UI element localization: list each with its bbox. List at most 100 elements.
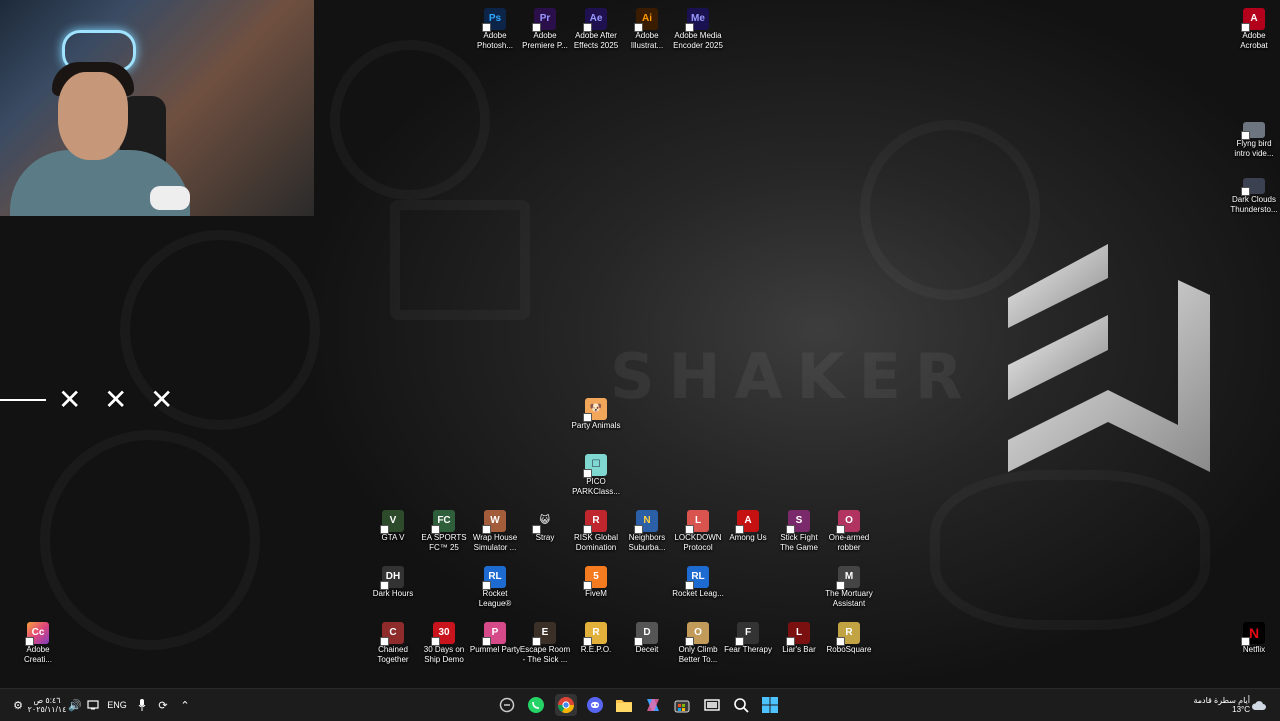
desktop-icon-media-encoder[interactable]: Me Adobe Media Encoder 2025 bbox=[672, 8, 724, 51]
desktop-icon-30-days-on-ship[interactable]: 30 30 Days on Ship Demo bbox=[418, 622, 470, 665]
microphone-icon[interactable] bbox=[136, 695, 148, 715]
pico-park-icon: ☐ bbox=[583, 454, 607, 478]
desktop-icon-acrobat[interactable]: A Adobe Acrobat bbox=[1228, 8, 1280, 51]
wallpaper-watermark: SHAKER bbox=[610, 340, 977, 413]
desktop-icon-premiere[interactable]: Pr Adobe Premiere P... bbox=[519, 8, 571, 51]
weather-widget[interactable]: أيام سطرة قادمة 13°C bbox=[1180, 695, 1250, 715]
party-animals-icon: 🐶 bbox=[583, 398, 607, 422]
liars-bar-icon: L bbox=[786, 622, 810, 646]
desktop-icon-robosquare[interactable]: R RoboSquare bbox=[823, 622, 875, 655]
desktop-icon-creative-cloud[interactable]: Cc Adobe Creati... bbox=[12, 622, 64, 665]
strike-x-icon: ✕ bbox=[58, 384, 82, 415]
stray-icon: 😺 bbox=[532, 510, 556, 534]
copilot-icon[interactable] bbox=[496, 694, 518, 716]
desktop-icon-one-armed-robber[interactable]: O One-armed robber bbox=[823, 510, 875, 553]
wallpaper-logo bbox=[1008, 244, 1210, 472]
strike-x-icon: ✕ bbox=[104, 384, 128, 415]
taskbar: ⚙ ٥:٤٦ ص ٢٠٢٥/١١/١٤ 🔊 ENG ⟳ ⌃ أيام سطرة … bbox=[0, 688, 1280, 721]
desktop-icon-rocket-league-2[interactable]: RL Rocket Leag... bbox=[672, 566, 724, 599]
desktop-icon-pummel-party[interactable]: P Pummel Party bbox=[469, 622, 521, 655]
start-icon[interactable] bbox=[759, 694, 781, 716]
desktop-icon-photoshop[interactable]: Ps Adobe Photosh... bbox=[469, 8, 521, 51]
desktop-icon-party-animals[interactable]: 🐶 Party Animals bbox=[570, 398, 622, 431]
fivem-icon: 5 bbox=[583, 566, 607, 590]
desktop-icon-only-climb[interactable]: O Only Climb Better To... bbox=[672, 622, 724, 665]
copilot-app-icon[interactable] bbox=[642, 694, 664, 716]
one-armed-robber-icon: O bbox=[836, 510, 860, 534]
desktop-icon-risk[interactable]: R RISK Global Domination bbox=[570, 510, 622, 553]
weather-text: أيام سطرة قادمة bbox=[1193, 696, 1250, 705]
desktop-icon-ea-sports-fc[interactable]: FC EA SPORTS FC™ 25 bbox=[418, 510, 470, 553]
rocket-league-icon: RL bbox=[685, 566, 709, 590]
cloud-icon bbox=[1250, 695, 1268, 715]
settings-tray-icon[interactable]: ⚙ bbox=[10, 695, 26, 715]
desktop-icon-fivem[interactable]: 5 FiveM bbox=[570, 566, 622, 599]
whatsapp-icon[interactable] bbox=[525, 694, 547, 716]
fear-therapy-icon: F bbox=[735, 622, 759, 646]
desktop-icon-neighbors[interactable]: N Neighbors Suburba... bbox=[621, 510, 673, 553]
ea-fc-icon: FC bbox=[431, 510, 455, 534]
pummel-party-icon: P bbox=[482, 622, 506, 646]
desktop-icon-repo[interactable]: R R.E.P.O. bbox=[570, 622, 622, 655]
desktop-icon-pico-park[interactable]: ☐ PICO PARKClass... bbox=[570, 454, 622, 497]
desktop-icon-mortuary-assistant[interactable]: M The Mortuary Assistant bbox=[823, 566, 875, 609]
30-days-on-ship-icon: 30 bbox=[431, 622, 455, 646]
desktop-icon-stray[interactable]: 😺 Stray bbox=[519, 510, 571, 543]
network-icon[interactable] bbox=[86, 695, 100, 715]
stick-fight-icon: S bbox=[786, 510, 810, 534]
repo-icon: R bbox=[583, 622, 607, 646]
desktop-icon-deceit[interactable]: D Deceit bbox=[621, 622, 673, 655]
neighbors-icon: N bbox=[634, 510, 658, 534]
lockdown-protocol-icon: L bbox=[685, 510, 709, 534]
desktop-icon-stick-fight[interactable]: S Stick Fight The Game bbox=[773, 510, 825, 553]
premiere-icon: Pr bbox=[532, 8, 556, 32]
netflix-icon: N bbox=[1241, 622, 1265, 646]
acrobat-icon: A bbox=[1241, 8, 1265, 32]
gta-v-icon: V bbox=[380, 510, 404, 534]
desktop-icon-escape-room[interactable]: E Escape Room - The Sick ... bbox=[519, 622, 571, 665]
task-view-icon[interactable] bbox=[701, 694, 723, 716]
desktop-icon-dark-hours[interactable]: DH Dark Hours bbox=[367, 566, 419, 599]
desktop-icon-wrap-house[interactable]: W Wrap House Simulator ... bbox=[469, 510, 521, 553]
video-file-icon bbox=[1241, 178, 1265, 196]
webcam-overlay bbox=[0, 0, 314, 216]
sync-icon[interactable]: ⟳ bbox=[156, 695, 170, 715]
clock[interactable]: ٥:٤٦ ص ٢٠٢٥/١١/١٤ bbox=[28, 695, 67, 715]
mortuary-assistant-icon: M bbox=[836, 566, 860, 590]
creative-cloud-icon: Cc bbox=[25, 622, 49, 646]
clock-time: ٥:٤٦ ص bbox=[33, 696, 61, 705]
desktop-icon-after-effects[interactable]: Ae Adobe After Effects 2025 bbox=[570, 8, 622, 51]
search-icon[interactable] bbox=[730, 694, 752, 716]
strike-x-icon: ✕ bbox=[150, 384, 174, 415]
rocket-league-icon: RL bbox=[482, 566, 506, 590]
desktop-icon-illustrator[interactable]: Ai Adobe Illustrat... bbox=[621, 8, 673, 51]
weather-temperature: 13°C bbox=[1232, 705, 1250, 714]
desktop-icon-rocket-league[interactable]: RL Rocket League® bbox=[469, 566, 521, 609]
desktop-icon-gta-v[interactable]: V GTA V bbox=[367, 510, 419, 543]
volume-icon[interactable]: 🔊 bbox=[68, 695, 82, 715]
robosquare-icon: R bbox=[836, 622, 860, 646]
desktop-icon-lockdown-protocol[interactable]: L LOCKDOWN Protocol bbox=[672, 510, 724, 553]
file-explorer-icon[interactable] bbox=[613, 694, 635, 716]
desktop-icon-chained-together[interactable]: C Chained Together bbox=[367, 622, 419, 665]
risk-icon: R bbox=[583, 510, 607, 534]
discord-icon[interactable] bbox=[584, 694, 606, 716]
progress-line bbox=[0, 399, 46, 401]
after-effects-icon: Ae bbox=[583, 8, 607, 32]
desktop-icon-liars-bar[interactable]: L Liar's Bar bbox=[773, 622, 825, 655]
video-file-icon bbox=[1241, 122, 1265, 140]
chrome-icon[interactable] bbox=[555, 694, 577, 716]
only-climb-icon: O bbox=[685, 622, 709, 646]
desktop-icon-fear-therapy[interactable]: F Fear Therapy bbox=[722, 622, 774, 655]
language-indicator[interactable]: ENG bbox=[106, 695, 128, 715]
among-us-icon: A bbox=[735, 510, 759, 534]
desktop-icon-among-us[interactable]: A Among Us bbox=[722, 510, 774, 543]
store-icon[interactable] bbox=[671, 694, 693, 716]
chained-together-icon: C bbox=[380, 622, 404, 646]
desktop-icon-dark-clouds-video[interactable]: Dark Clouds Thundersto... bbox=[1228, 178, 1280, 215]
illustrator-icon: Ai bbox=[634, 8, 658, 32]
desktop-icon-flying-bird-video[interactable]: Flyng bird intro vide... bbox=[1228, 122, 1280, 159]
wrap-house-icon: W bbox=[482, 510, 506, 534]
chevron-up-icon[interactable]: ⌃ bbox=[178, 695, 192, 715]
desktop-icon-netflix[interactable]: N Netflix bbox=[1228, 622, 1280, 655]
